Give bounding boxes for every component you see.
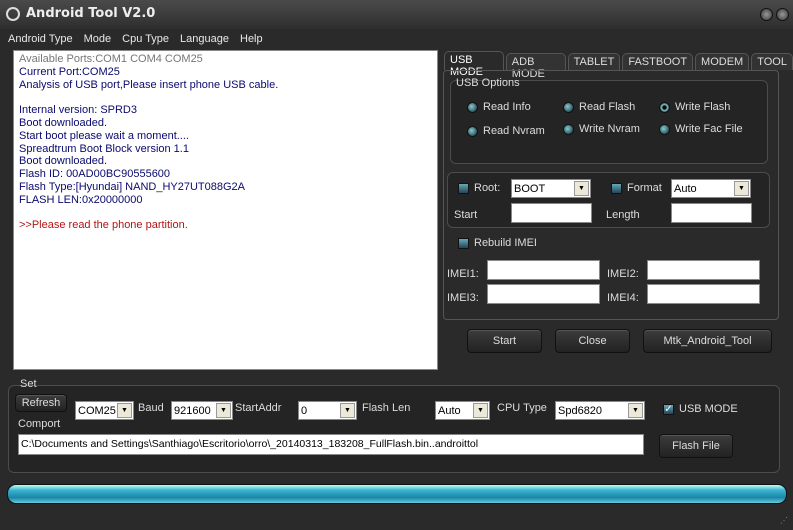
chevron-down-icon: ▼	[340, 403, 355, 418]
chevron-down-icon: ▼	[734, 181, 749, 196]
log-line: Boot downloaded.	[19, 116, 108, 129]
imei3-input[interactable]	[487, 284, 600, 304]
start-input[interactable]	[511, 203, 592, 223]
resize-grip-icon[interactable]: ⋰	[780, 516, 790, 526]
radio-icon	[563, 101, 574, 113]
log-line: Flash ID: 00AD00BC90555600	[19, 168, 171, 181]
tab-adb-mode[interactable]: ADB MODE	[505, 53, 566, 80]
checkbox-icon	[458, 237, 469, 249]
set-title: Set	[20, 378, 37, 390]
radio-read-info[interactable]: Read Info	[467, 101, 531, 113]
start-label: Start	[454, 209, 478, 221]
format-select[interactable]: Auto ▼	[671, 179, 751, 198]
refresh-button[interactable]: Refresh	[15, 394, 67, 412]
rebuild-imei-checkbox[interactable]: Rebuild IMEI	[458, 237, 537, 249]
cpu-type-select[interactable]: Spd6820 ▼	[555, 401, 645, 420]
minimize-button[interactable]	[760, 8, 773, 21]
usb-mode-checkbox[interactable]: ✓ USB MODE	[663, 403, 738, 415]
close-button[interactable]: Close	[555, 329, 630, 353]
imei4-input[interactable]	[647, 284, 760, 304]
menu-cpu-type[interactable]: Cpu Type	[122, 33, 169, 45]
chevron-down-icon: ▼	[216, 403, 231, 418]
baud-select[interactable]: 921600 ▼	[171, 401, 233, 420]
radio-read-nvram[interactable]: Read Nvram	[467, 125, 545, 137]
radio-write-flash[interactable]: Write Flash	[659, 101, 730, 113]
flashlen-select[interactable]: Auto ▼	[435, 401, 490, 420]
flash-file-button[interactable]: Flash File	[659, 434, 733, 458]
tab-tool[interactable]: TOOL	[751, 53, 793, 70]
log-line: Spreadtrum Boot Block version 1.1	[19, 142, 189, 155]
close-window-button[interactable]	[776, 8, 789, 21]
radio-icon	[467, 101, 478, 113]
flashlen-label: Flash Len	[362, 402, 411, 414]
progress-bar	[7, 484, 787, 504]
radio-icon	[467, 125, 478, 137]
tab-tablet[interactable]: TABLET	[567, 53, 621, 70]
log-line: Available Ports:COM1 COM4 COM25	[19, 53, 203, 65]
log-line: Boot downloaded.	[19, 155, 108, 168]
window-title: Android Tool V2.0	[26, 6, 156, 21]
format-checkbox[interactable]: Format	[611, 182, 662, 194]
imei1-input[interactable]	[487, 260, 600, 280]
startaddr-label: StartAddr	[235, 402, 282, 414]
checkbox-icon	[458, 182, 469, 194]
imei4-label: IMEI4:	[607, 292, 639, 304]
checkbox-icon	[611, 182, 622, 194]
chevron-down-icon: ▼	[574, 181, 589, 196]
start-button[interactable]: Start	[467, 329, 542, 353]
usb-options-group	[450, 80, 768, 164]
chevron-down-icon: ▼	[117, 403, 132, 418]
imei1-label: IMEI1:	[447, 268, 479, 280]
checkmark-icon: ✓	[663, 403, 674, 415]
length-label: Length	[606, 209, 640, 221]
root-select[interactable]: BOOT ▼	[511, 179, 591, 198]
radio-write-fac-file[interactable]: Write Fac File	[659, 123, 743, 135]
radio-write-nvram[interactable]: Write Nvram	[563, 123, 640, 135]
log-line: >>Please read the phone partition.	[19, 219, 188, 232]
usb-options-title: USB Options	[456, 77, 520, 89]
radio-icon	[563, 123, 574, 135]
log-line: Flash Type:[Hyundai] NAND_HY27UT088G2A	[19, 180, 246, 193]
mtk-android-tool-button[interactable]: Mtk_Android_Tool	[643, 329, 772, 353]
log-line: Current Port:COM25	[19, 65, 120, 78]
file-path-input[interactable]: C:\Documents and Settings\Santhiago\Escr…	[18, 434, 644, 455]
mode-tabs: USB MODE ADB MODE TABLET FASTBOOT MODEM …	[444, 51, 793, 80]
comport-label: Comport	[18, 418, 61, 430]
log-output[interactable]: Available Ports:COM1 COM4 COM25 Current P…	[13, 50, 438, 370]
log-line: FLASH LEN:0x20000000	[19, 193, 143, 206]
log-line: Internal version: SPRD3	[19, 104, 137, 117]
root-checkbox[interactable]: Root:	[458, 182, 500, 194]
log-line: Analysis of USB port,Please insert phone…	[19, 78, 279, 91]
radio-icon	[659, 123, 670, 135]
set-group	[8, 385, 780, 473]
cpu-type-label: CPU Type	[497, 402, 547, 414]
chevron-down-icon: ▼	[628, 403, 643, 418]
imei2-input[interactable]	[647, 260, 760, 280]
menu-android-type[interactable]: Android Type	[8, 33, 73, 45]
tab-modem[interactable]: MODEM	[695, 53, 750, 70]
menu-help[interactable]: Help	[240, 33, 263, 45]
app-icon	[6, 7, 20, 21]
menu-mode[interactable]: Mode	[84, 33, 112, 45]
comport-select[interactable]: COM25 ▼	[75, 401, 134, 420]
radio-read-flash[interactable]: Read Flash	[563, 101, 635, 113]
radio-selected-icon	[659, 101, 670, 113]
tab-fastboot[interactable]: FASTBOOT	[622, 53, 694, 70]
tab-usb-mode[interactable]: USB MODE	[444, 51, 504, 78]
menu-bar: Android Type Mode Cpu Type Language Help	[8, 33, 263, 45]
log-line: Start boot please wait a moment....	[19, 129, 189, 142]
startaddr-select[interactable]: 0 ▼	[298, 401, 357, 420]
menu-language[interactable]: Language	[180, 33, 229, 45]
imei2-label: IMEI2:	[607, 268, 639, 280]
length-input[interactable]	[671, 203, 752, 223]
imei3-label: IMEI3:	[447, 292, 479, 304]
chevron-down-icon: ▼	[473, 403, 488, 418]
baud-label: Baud	[138, 402, 164, 414]
